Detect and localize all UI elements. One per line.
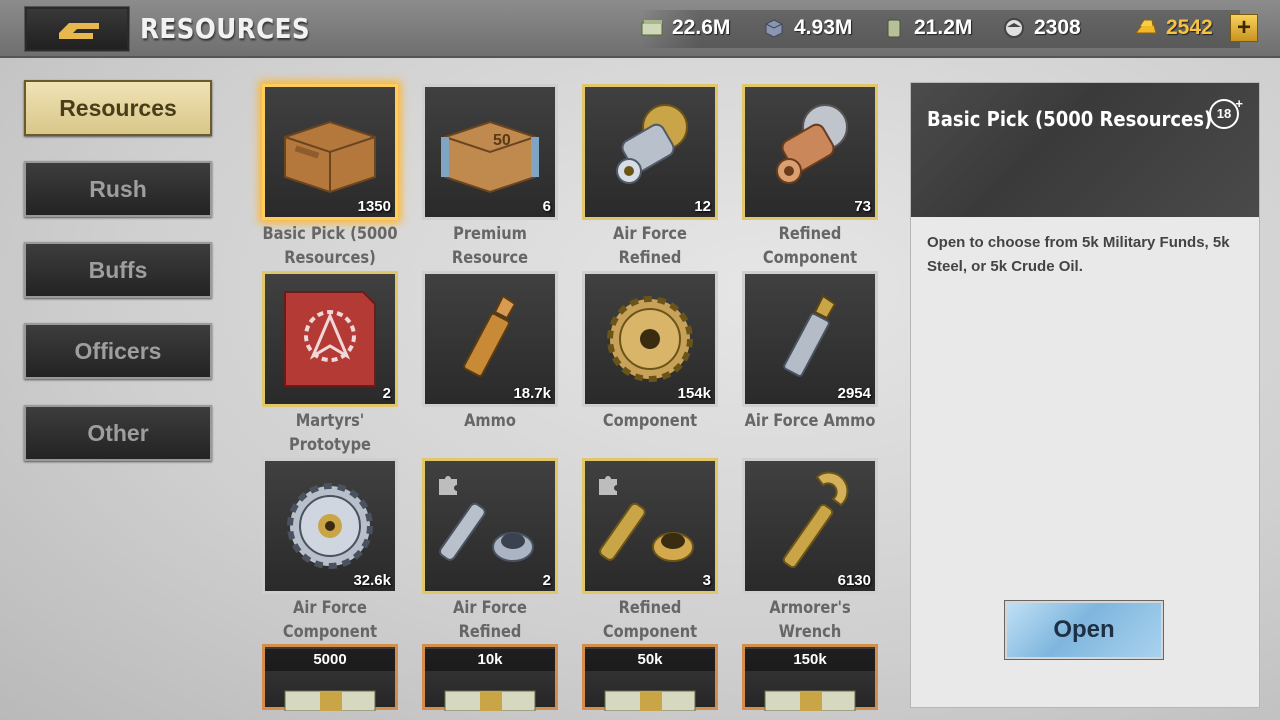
item-label: Air Force Ammo	[744, 411, 876, 431]
cash-stack-icon	[444, 690, 536, 711]
item-tile[interactable]: 2	[422, 458, 558, 594]
item-label: Component	[602, 411, 698, 431]
sidebar-item-other[interactable]: Other	[24, 405, 212, 461]
back-icon	[59, 23, 99, 39]
item-cash-pack-150k[interactable]: 150k	[742, 644, 878, 711]
cash-stack-icon	[604, 690, 696, 711]
soldier-icon	[1004, 18, 1024, 38]
crate-icon	[284, 120, 376, 194]
bullet-icon	[463, 294, 517, 377]
sidebar-item-resources[interactable]: Resources	[24, 80, 212, 136]
currency-cash: 22.6M	[640, 16, 730, 40]
item-ammo[interactable]: 18.7k Ammo	[420, 271, 580, 461]
item-tile[interactable]: 2954	[742, 271, 878, 407]
item-component[interactable]: 154k Component	[580, 271, 740, 461]
steel-icon	[765, 19, 783, 38]
item-detail-panel: Basic Pick (5000 Resources) 18 + Open to …	[910, 82, 1260, 708]
emblem-card-icon	[284, 291, 376, 387]
currency-gold: 2542	[1134, 16, 1213, 40]
item-tile[interactable]: 32.6k	[262, 458, 398, 594]
currency-soldiers: 2308	[1002, 16, 1081, 40]
item-cash-pack-50k[interactable]: 50k	[582, 644, 718, 711]
cash-stack-icon	[764, 690, 856, 711]
item-label: Air Force Component	[282, 598, 378, 642]
item-tile[interactable]: 18.7k	[422, 271, 558, 407]
item-label: Refined Component	[762, 224, 858, 268]
page-title: RESOURCES	[140, 12, 311, 45]
copper-fitting-icon	[776, 104, 848, 184]
item-premium-resource-pick[interactable]: 50 6 Premium ResourcePick	[420, 84, 580, 292]
currency-oil: 21.2M	[882, 16, 972, 40]
open-button[interactable]: Open	[1004, 600, 1164, 660]
item-label: Armorer's Wrench	[769, 598, 851, 642]
brass-gear-icon	[607, 296, 693, 382]
item-refined-component-material[interactable]: 3 Refined ComponentMaterial	[580, 458, 740, 666]
detail-description: Open to choose from 5k Military Funds, 5…	[927, 234, 1230, 275]
item-martyrs-prototype-piece[interactable]: 2 Martyrs' PrototypePiece	[260, 271, 420, 479]
item-label: Ammo	[464, 411, 516, 431]
gold-icon	[1135, 19, 1157, 34]
silver-bullet-icon	[783, 294, 837, 377]
item-air-force-ammo[interactable]: 2954 Air Force Ammo	[740, 271, 900, 461]
detail-header: Basic Pick (5000 Resources) 18 +	[911, 83, 1259, 217]
puzzle-icon	[599, 476, 617, 495]
wrench-icon	[782, 471, 849, 569]
item-tile[interactable]: 3	[582, 458, 718, 594]
age-rating-badge: 18 +	[1209, 96, 1243, 129]
item-tile[interactable]: 12	[582, 84, 718, 220]
item-tile[interactable]: 1350	[262, 84, 398, 220]
item-air-force-refined-component[interactable]: 12 Air Force RefinedComponent	[580, 84, 740, 292]
item-tile[interactable]: 154k	[582, 271, 718, 407]
item-cash-pack-10k[interactable]: 10k	[422, 644, 558, 711]
item-label: Basic Pick (5000 Resources)	[262, 224, 398, 268]
sidebar-item-buffs[interactable]: Buffs	[24, 242, 212, 298]
item-tile[interactable]: 2	[262, 271, 398, 407]
item-tile[interactable]: 73	[742, 84, 878, 220]
premium-crate-icon: 50	[441, 120, 539, 194]
silver-fitting-icon	[616, 104, 688, 184]
currency-steel: 4.93M	[762, 16, 852, 40]
sidebar-item-officers[interactable]: Officers	[24, 323, 212, 379]
cash-icon	[641, 20, 663, 36]
oil-icon	[887, 19, 901, 38]
item-armorers-wrench[interactable]: 6130 Armorer's Wrench	[740, 458, 900, 648]
item-tile[interactable]: 6130	[742, 458, 878, 594]
detail-title: Basic Pick (5000 Resources)	[927, 107, 1213, 131]
item-air-force-component[interactable]: 32.6k Air Force Component	[260, 458, 420, 648]
item-basic-pick[interactable]: 1350 Basic Pick (5000 Resources)	[260, 84, 420, 274]
svg-text:50: 50	[493, 132, 511, 149]
back-button[interactable]	[24, 6, 130, 52]
silver-gear-icon	[287, 483, 373, 569]
sidebar-item-rush[interactable]: Rush	[24, 161, 212, 217]
item-tile[interactable]: 50 6	[422, 84, 558, 220]
puzzle-icon	[439, 476, 457, 495]
item-air-force-refined-component-material[interactable]: 2 Air Force RefinedComponent Material	[420, 458, 580, 690]
item-cash-pack-5000[interactable]: 5000	[262, 644, 398, 711]
item-refined-component[interactable]: 73 Refined Component	[740, 84, 900, 274]
buy-gold-button[interactable]: +	[1230, 14, 1258, 42]
cash-stack-icon	[284, 690, 376, 711]
